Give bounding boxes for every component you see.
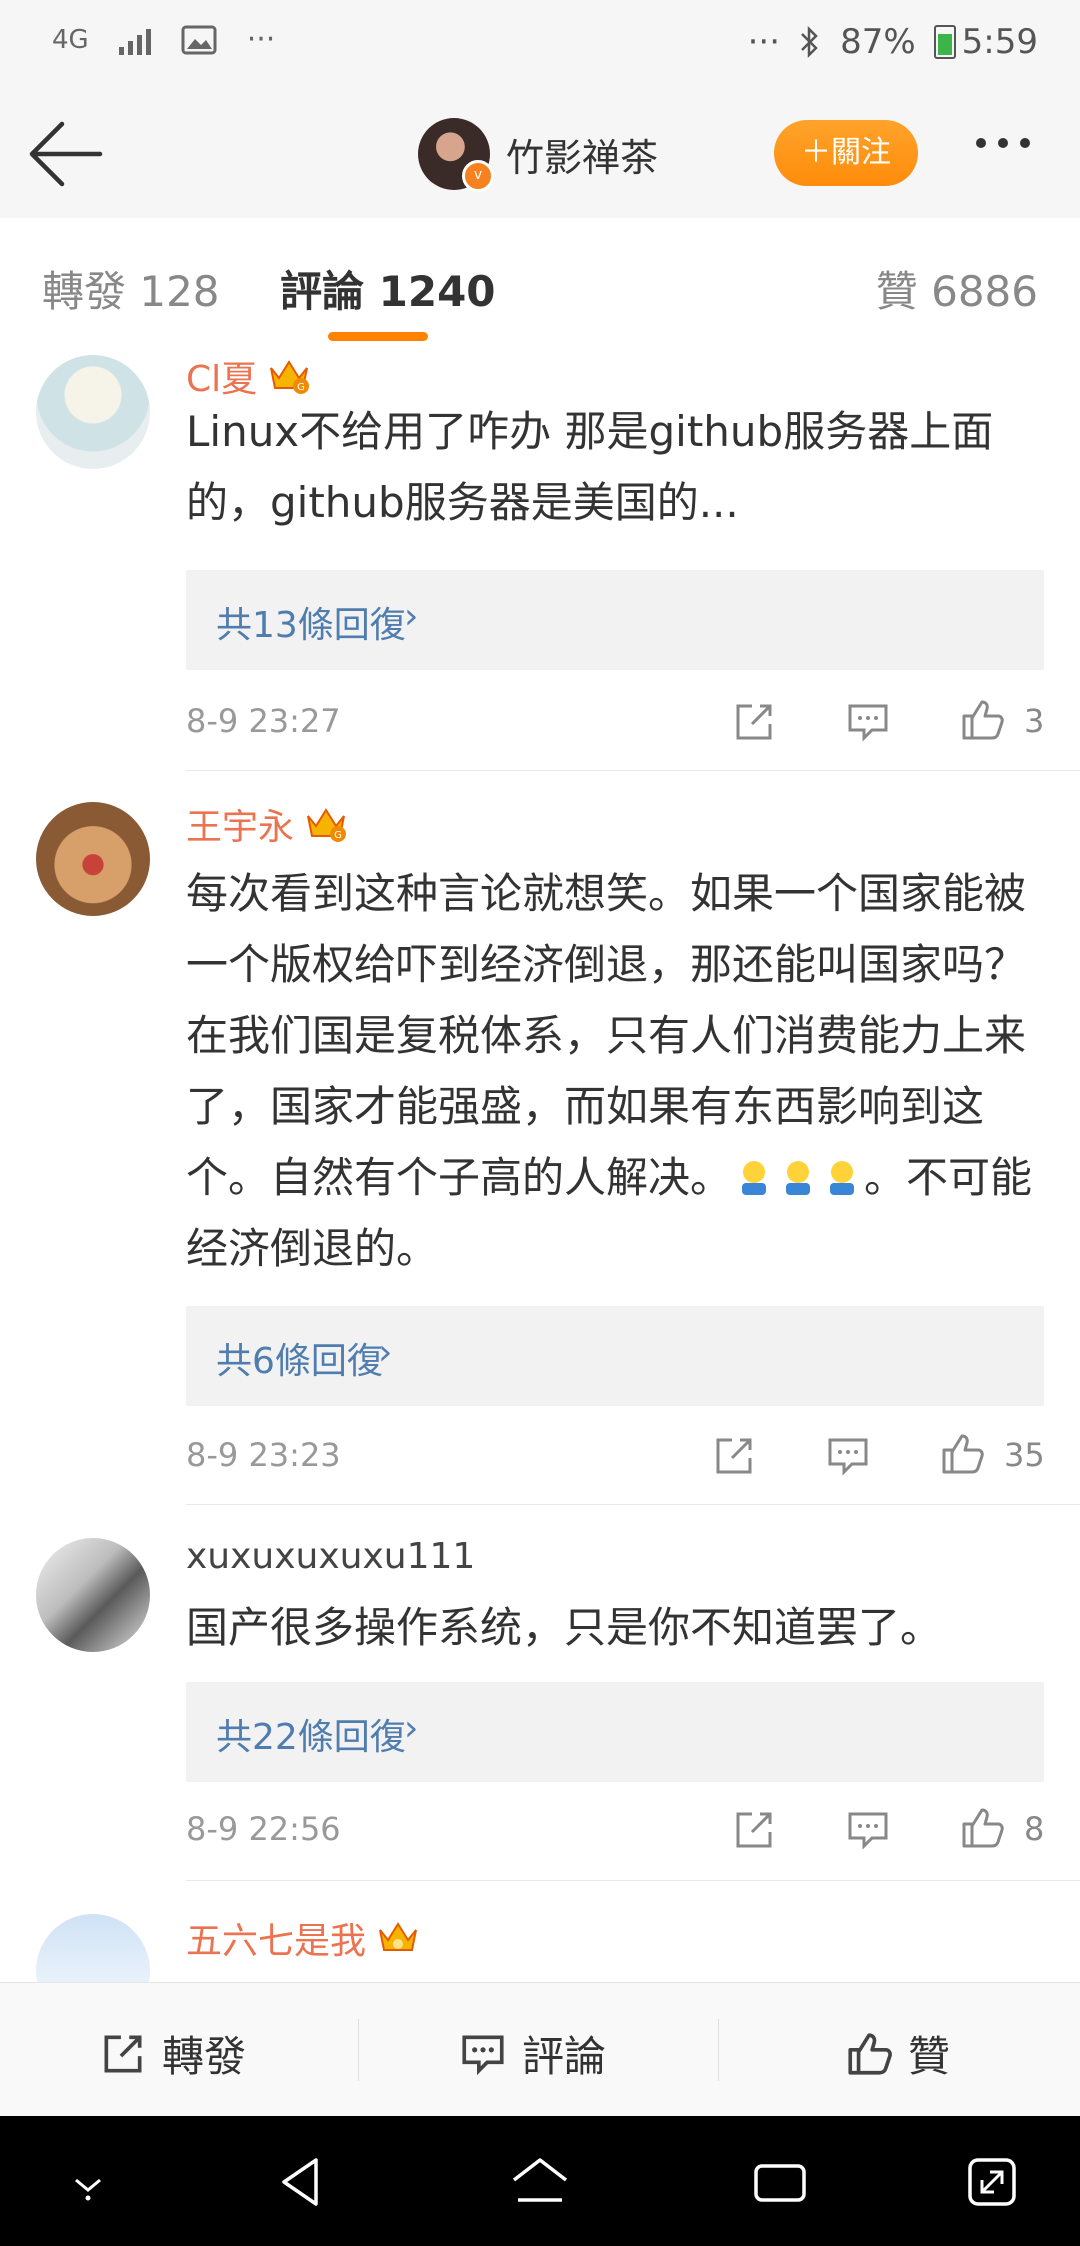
commenter-name[interactable]: xuxuxuxuxu111 [186, 1536, 475, 1577]
divider [186, 1504, 1080, 1505]
author-name[interactable]: 竹影禅茶 [506, 127, 658, 182]
share-icon [104, 2035, 142, 2072]
comment-time: 8-9 23:27 [186, 702, 341, 740]
replies-link[interactable]: 共22條回復 › [186, 1682, 1044, 1782]
network-type: 4G [52, 24, 89, 55]
replies-count[interactable]: 共22條回復 [216, 1708, 406, 1760]
verified-badge-icon: v [462, 160, 494, 192]
like-button[interactable]: 贊 [844, 2023, 950, 2084]
like-icon[interactable] [958, 696, 1006, 744]
more-notifications: ··· [246, 22, 276, 57]
comment-time: 8-9 23:23 [186, 1436, 341, 1474]
status-bar: 4G ··· ··· 87% 5:59 [0, 0, 1080, 90]
author-avatar[interactable]: v [418, 118, 494, 192]
like-icon[interactable] [958, 1804, 1006, 1852]
chevron-right-icon: › [378, 1332, 393, 1373]
comment-icon[interactable] [824, 1432, 872, 1480]
shrug-emoji-icon [830, 1161, 855, 1195]
svg-text:G: G [297, 382, 305, 393]
member-crown-icon [379, 1922, 417, 1951]
shrug-emoji-icon [742, 1161, 767, 1195]
divider [358, 2019, 359, 2081]
more-options-icon[interactable] [976, 138, 1030, 148]
like-icon [848, 2032, 892, 2075]
commenter-name-row[interactable]: 五六七是我 [186, 1912, 420, 1964]
battery-icon [933, 25, 956, 59]
commenter-name-row[interactable]: xuxuxuxuxu111 [186, 1536, 475, 1577]
commenter-avatar[interactable] [36, 802, 150, 916]
commenter-name[interactable]: Cl夏 [186, 350, 257, 402]
replies-link[interactable]: 共6條回復 › [186, 1306, 1044, 1406]
divider [186, 1880, 1080, 1881]
like-icon[interactable] [938, 1430, 986, 1478]
post-tabs: 轉發 128 評論 1240 贊 6886 [0, 218, 1080, 351]
chevron-right-icon: › [404, 596, 419, 637]
like-count: 35 [1004, 1436, 1045, 1474]
replies-count[interactable]: 共6條回復 [216, 1332, 383, 1384]
clock: 5:59 [961, 22, 1038, 62]
signal-icon [118, 25, 151, 55]
share-icon[interactable] [710, 1432, 758, 1480]
top-nav-bar: v 竹影禅茶 ＋關注 [0, 90, 1080, 219]
svg-text:G: G [334, 830, 342, 841]
image-icon [181, 25, 217, 54]
system-navigation-bar [0, 2116, 1080, 2246]
home-icon[interactable] [508, 2150, 572, 2214]
expand-icon[interactable] [960, 2150, 1024, 2214]
active-tab-indicator [328, 332, 428, 341]
commenter-name-row[interactable]: Cl夏 G [186, 350, 311, 402]
like-count: 8 [1024, 1810, 1045, 1848]
comment-text: 国产很多操作系统，只是你不知道罢了。 [186, 1603, 943, 1652]
repost-label: 轉發 [162, 2032, 247, 2081]
comment-list[interactable]: Cl夏 G Linux不给用了咋办 那是github服务器上面的，github服… [0, 350, 1080, 1982]
comment-label: 評論 [522, 2032, 607, 2081]
tab-likes[interactable]: 贊 6886 [876, 258, 1038, 319]
chevron-right-icon: › [404, 1708, 419, 1749]
comment-button[interactable]: 評論 [458, 2023, 606, 2084]
tab-comments[interactable]: 評論 1240 [280, 258, 496, 319]
divider [718, 2019, 719, 2081]
tab-reposts[interactable]: 轉發 128 [42, 258, 220, 319]
follow-button[interactable]: ＋關注 [774, 120, 918, 186]
bottom-action-bar: 轉發 評論 贊 [0, 1982, 1080, 2117]
commenter-avatar[interactable] [36, 1538, 150, 1652]
back-arrow-icon[interactable] [26, 118, 106, 190]
battery-percent: 87% [840, 22, 916, 62]
like-count: 3 [1024, 702, 1045, 740]
share-icon[interactable] [730, 698, 778, 746]
comment-icon [462, 2035, 504, 2075]
member-crown-icon: G [307, 808, 347, 842]
back-icon[interactable] [270, 2150, 334, 2214]
repost-button[interactable]: 轉發 [98, 2023, 246, 2084]
hide-keyboard-icon[interactable] [56, 2150, 120, 2214]
commenter-name[interactable]: 五六七是我 [186, 1912, 366, 1964]
comment-icon[interactable] [844, 698, 892, 746]
share-icon[interactable] [730, 1806, 778, 1854]
divider [186, 770, 1080, 771]
comment-icon[interactable] [844, 1806, 892, 1854]
comment-text: 每次看到这种言论就想笑。如果一个国家能被一个版权给吓到经济倒退，那还能叫国家吗？… [186, 858, 1046, 1284]
profile-title[interactable]: v 竹影禅茶 [418, 118, 658, 192]
like-label: 贊 [908, 2032, 951, 2081]
commenter-name-row[interactable]: 王宇永 G [186, 798, 348, 850]
shrug-emoji-icon [786, 1161, 811, 1195]
replies-count[interactable]: 共13條回復 [216, 596, 406, 648]
commenter-avatar[interactable] [36, 1914, 150, 1982]
recent-apps-icon[interactable] [748, 2150, 812, 2214]
commenter-name[interactable]: 王宇永 [186, 798, 294, 850]
replies-link[interactable]: 共13條回復 › [186, 570, 1044, 670]
member-crown-icon: G [270, 360, 310, 394]
comment-time: 8-9 22:56 [186, 1810, 341, 1848]
bluetooth-icon [801, 25, 818, 59]
comment-text: Linux不给用了咋办 那是github服务器上面的，github服务器是美国的… [186, 407, 994, 527]
commenter-avatar[interactable] [36, 355, 150, 469]
more-status: ··· [747, 22, 781, 62]
